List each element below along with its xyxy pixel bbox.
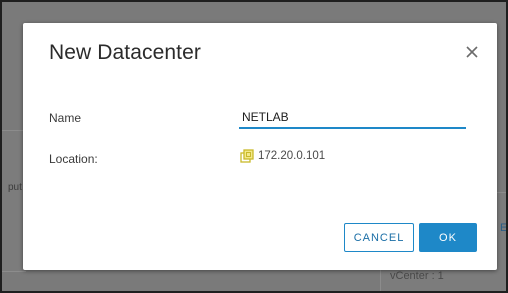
dialog-title: New Datacenter: [49, 41, 201, 64]
background-left-text: put: [8, 182, 22, 193]
ok-button[interactable]: OK: [419, 223, 477, 252]
location-text: 172.20.0.101: [258, 150, 326, 162]
location-label: Location:: [49, 152, 98, 166]
location-value: 172.20.0.101: [240, 149, 325, 163]
cancel-button[interactable]: CANCEL: [344, 223, 414, 252]
name-label: Name: [49, 111, 82, 125]
background-right-edge-text: EN: [500, 222, 506, 234]
close-icon: [466, 46, 478, 58]
name-input[interactable]: [239, 107, 466, 129]
close-button[interactable]: [463, 43, 481, 61]
vcenter-server-icon: [240, 149, 254, 163]
background-right-text: vCenter : 1: [390, 270, 444, 282]
new-datacenter-dialog: New Datacenter Name Location: 172.20.0.1…: [23, 23, 497, 270]
